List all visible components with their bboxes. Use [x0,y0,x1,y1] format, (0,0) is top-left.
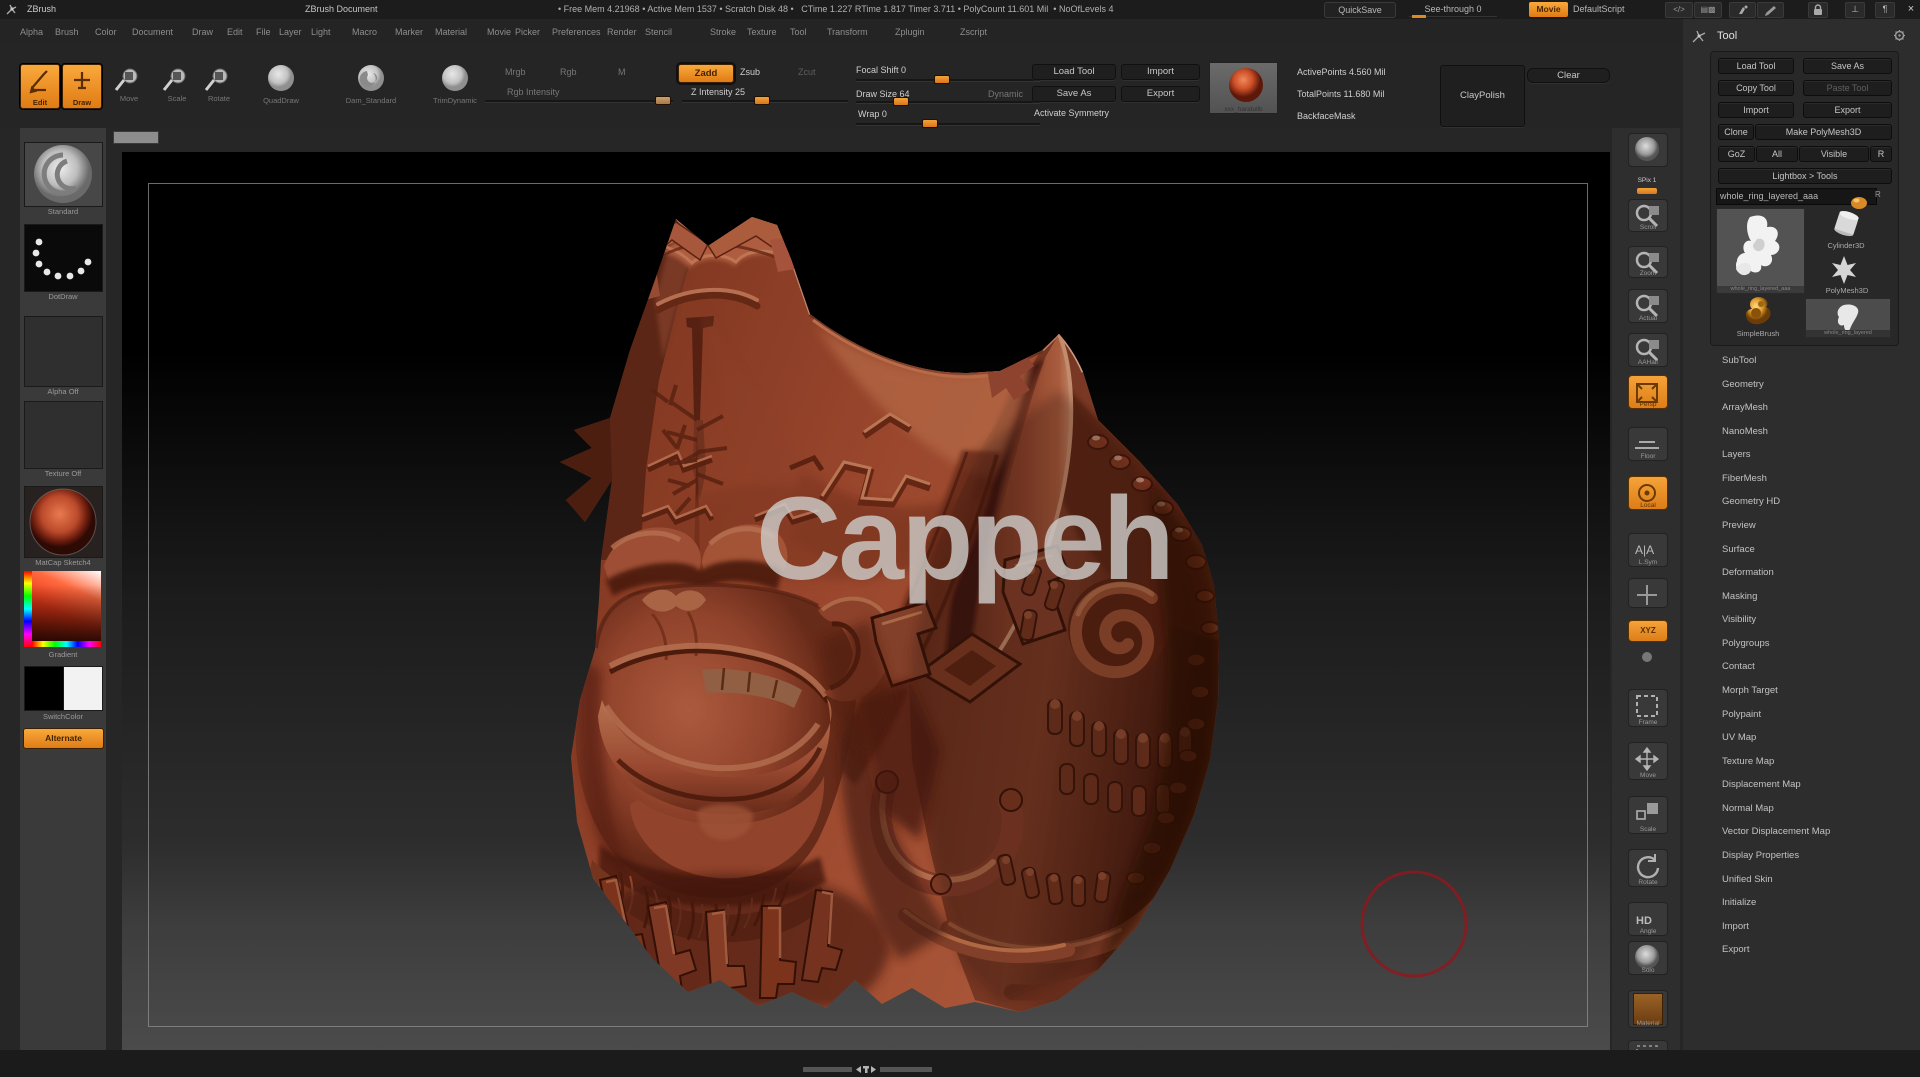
svg-text:A|A: A|A [1635,543,1654,557]
svg-text:HD: HD [1636,915,1652,927]
